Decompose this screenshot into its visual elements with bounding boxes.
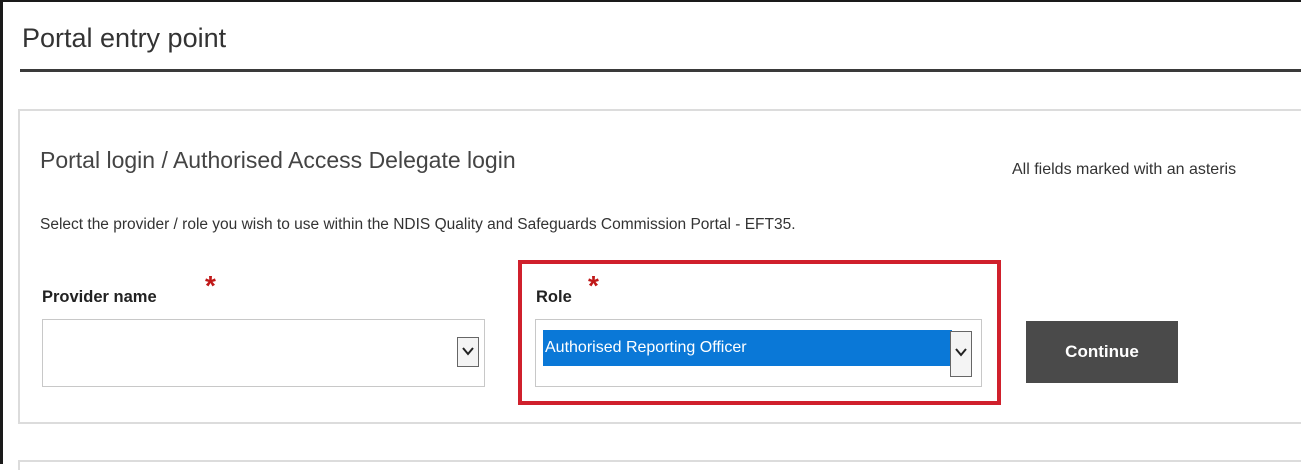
next-panel-edge [18, 460, 1301, 470]
role-selected-value: Authorised Reporting Officer [543, 330, 952, 366]
role-required-star: * [588, 270, 599, 301]
role-select[interactable]: Authorised Reporting Officer [535, 319, 982, 387]
chevron-down-icon [955, 348, 967, 357]
window-frame-top [0, 0, 1301, 2]
provider-name-label: Provider name [42, 288, 157, 306]
page-title: Portal entry point [22, 23, 227, 53]
instruction-text: Select the provider / role you wish to u… [40, 216, 796, 233]
chevron-down-icon [462, 347, 474, 356]
provider-name-select[interactable] [42, 319, 485, 387]
required-fields-note: All fields marked with an asteris [1012, 161, 1237, 178]
continue-button[interactable]: Continue [1026, 321, 1178, 383]
title-divider [20, 69, 1301, 72]
role-label: Role [536, 288, 572, 306]
window-frame-left [0, 0, 3, 464]
panel-heading: Portal login / Authorised Access Delegat… [40, 147, 516, 173]
provider-dropdown-button[interactable] [457, 337, 479, 367]
provider-required-star: * [205, 270, 216, 301]
role-dropdown-button[interactable] [950, 331, 972, 377]
provider-name-value [50, 330, 52, 366]
